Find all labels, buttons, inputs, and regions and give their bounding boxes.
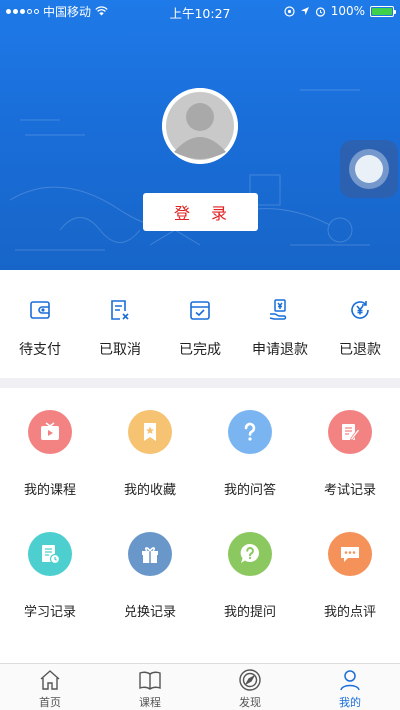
order-label: 已取消	[99, 342, 141, 358]
comment-icon	[328, 532, 372, 576]
feature-grid: 我的课程 我的收藏 我的问答 考试记录 学习记录 兑换记录 我的提问 我的点评	[0, 388, 400, 663]
menu-label: 学习记录	[23, 605, 76, 620]
video-play-icon	[28, 410, 72, 454]
order-label: 待支付	[19, 342, 61, 358]
profile-header: 中国移动 上午10:27 100% 登 录	[0, 0, 400, 270]
order-completed[interactable]: 已完成	[160, 270, 240, 378]
menu-label: 我的收藏	[123, 483, 176, 498]
tab-label: 我的	[339, 696, 361, 709]
battery-icon	[370, 5, 396, 17]
compass-icon	[238, 668, 262, 692]
order-cancelled[interactable]: 已取消	[80, 270, 160, 378]
menu-redeem-records[interactable]: 兑换记录	[100, 532, 200, 657]
menu-label: 考试记录	[323, 483, 376, 498]
assistive-touch-button[interactable]	[340, 140, 398, 198]
tab-label: 首页	[39, 696, 61, 709]
order-pending-payment[interactable]: 待支付	[0, 270, 80, 378]
order-refunded[interactable]: 已退款	[320, 270, 400, 378]
menu-label: 我的问答	[223, 483, 276, 498]
order-label: 申请退款	[252, 342, 308, 358]
default-user-icon	[162, 88, 238, 164]
order-label: 已退款	[339, 342, 381, 358]
calendar-check-icon	[187, 297, 213, 323]
wallet-icon	[27, 297, 53, 323]
order-label: 已完成	[179, 342, 221, 358]
question-icon	[228, 410, 272, 454]
menu-my-courses[interactable]: 我的课程	[0, 410, 100, 532]
menu-my-questions[interactable]: 我的提问	[200, 532, 300, 657]
screen-lock-icon	[284, 5, 295, 17]
avatar[interactable]	[162, 88, 238, 164]
home-icon	[38, 668, 62, 692]
gift-icon	[128, 532, 172, 576]
exam-edit-icon	[328, 410, 372, 454]
menu-my-favorites[interactable]: 我的收藏	[100, 410, 200, 532]
battery-percent: 100%	[330, 4, 365, 18]
menu-label: 我的点评	[323, 605, 376, 620]
section-divider	[0, 378, 400, 388]
menu-label: 我的课程	[23, 483, 76, 498]
tab-label: 课程	[139, 696, 161, 709]
menu-my-reviews[interactable]: 我的点评	[300, 532, 400, 657]
menu-label: 我的提问	[223, 605, 276, 620]
tab-label: 发现	[239, 696, 261, 709]
yen-refresh-icon	[347, 297, 373, 323]
location-icon	[300, 7, 309, 15]
order-status-row: 待支付 已取消 已完成 申请退款 已退款	[0, 270, 400, 378]
menu-my-qa[interactable]: 我的问答	[200, 410, 300, 532]
alarm-icon	[315, 6, 325, 17]
question-bubble-icon	[228, 532, 272, 576]
bookmark-star-icon	[128, 410, 172, 454]
tab-home[interactable]: 首页	[0, 664, 100, 710]
tab-discover[interactable]: 发现	[200, 664, 300, 710]
login-button[interactable]: 登 录	[143, 193, 258, 231]
refund-hand-icon	[267, 297, 293, 323]
study-clock-icon	[28, 532, 72, 576]
status-bar: 中国移动 上午10:27 100%	[0, 0, 400, 22]
tab-mine[interactable]: 我的	[300, 664, 400, 710]
user-icon	[338, 668, 362, 692]
tab-courses[interactable]: 课程	[100, 664, 200, 710]
menu-exam-records[interactable]: 考试记录	[300, 410, 400, 532]
menu-label: 兑换记录	[123, 605, 176, 620]
book-icon	[138, 668, 162, 692]
cancel-doc-icon	[107, 297, 133, 323]
menu-study-records[interactable]: 学习记录	[0, 532, 100, 657]
bottom-tab-bar: 首页 课程 发现 我的	[0, 663, 400, 710]
order-refund-request[interactable]: 申请退款	[240, 270, 320, 378]
